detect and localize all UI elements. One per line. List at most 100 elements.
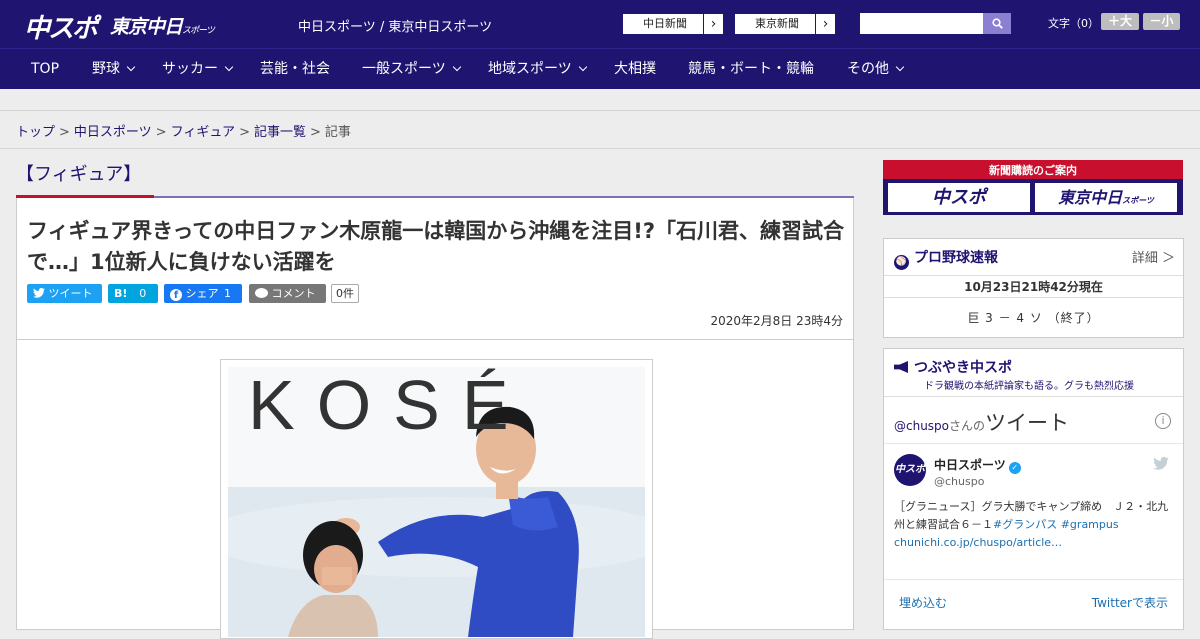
chevron-down-icon	[452, 62, 461, 72]
ad-band	[0, 89, 1200, 111]
megaphone-icon	[894, 361, 908, 373]
twitter-subtitle: ドラ観戦の本紙評論家も語る。グラも熱烈応援	[924, 381, 1134, 392]
chevron-right-icon: ›	[815, 14, 835, 34]
subscribe-box: 新聞購読のご案内 中スポ 東京中日スポーツ	[883, 160, 1183, 215]
site-title: 中日スポーツ / 東京中日スポーツ	[298, 20, 493, 35]
view-on-twitter-link[interactable]: Twitterで表示	[1092, 594, 1168, 611]
font-bigger-button[interactable]: ＋大	[1101, 13, 1139, 30]
tweet-embed: @chuspoさんのツイート i 中スポ 中日スポーツ ✓ @chuspo ［グラ…	[884, 396, 1183, 631]
tweet-header-big: ツイート	[985, 411, 1070, 435]
breadcrumb-chunichi-sports[interactable]: 中日スポーツ	[74, 125, 152, 140]
facebook-icon: f	[170, 289, 182, 301]
twitter-title: つぶやき中スポ	[894, 357, 1012, 377]
nav-local-sports[interactable]: 地域スポーツ	[488, 49, 587, 90]
top-header: 中スポ 東京中日スポーツ 中日スポーツ / 東京中日スポーツ 中日新聞 › 東京…	[0, 0, 1200, 48]
nav-general-sports[interactable]: 一般スポーツ	[362, 49, 461, 90]
search-input[interactable]	[860, 13, 983, 34]
nav-entertainment[interactable]: 芸能・社会	[260, 49, 330, 90]
twitter-panel: つぶやき中スポ ドラ観戦の本紙評論家も語る。グラも熱烈応援 @chuspoさんの…	[883, 348, 1184, 630]
breadcrumb-separator: >	[239, 125, 250, 140]
facebook-share-count: 1	[224, 287, 231, 300]
chunichi-shimbun-link[interactable]: 中日新聞 ›	[622, 13, 724, 35]
chevron-down-icon	[578, 62, 587, 72]
avatar[interactable]: 中スポ	[894, 454, 926, 486]
comment-button[interactable]: コメント	[249, 284, 326, 303]
nav-other[interactable]: その他	[847, 49, 905, 90]
hashtag-link[interactable]: #grampus	[1061, 518, 1119, 531]
facebook-share-button[interactable]: f シェア 1	[164, 284, 242, 303]
speech-bubble-icon	[255, 288, 268, 298]
tokyo-chunichi-logo[interactable]: 東京中日スポーツ	[110, 12, 215, 39]
hashtag-link[interactable]: #グランパス	[993, 518, 1057, 531]
nav-label: 一般スポーツ	[362, 61, 446, 77]
tweet-user-link[interactable]: @chuspo	[894, 419, 949, 433]
baseball-detail-link[interactable]: 詳細 ＞	[1132, 247, 1175, 266]
subscribe-tokyo-chunichi-button[interactable]: 東京中日スポーツ	[1035, 183, 1177, 212]
tokyo-shimbun-link[interactable]: 東京新聞 ›	[734, 13, 836, 35]
chevron-right-icon: ›	[703, 14, 723, 34]
baseball-icon: ⚾	[894, 255, 909, 270]
nav-sumo[interactable]: 大相撲	[614, 49, 656, 90]
paper-link-label: 中日新聞	[643, 17, 687, 30]
breadcrumb-separator: >	[309, 125, 321, 140]
search-button[interactable]	[983, 13, 1011, 34]
breadcrumb-top[interactable]: トップ	[16, 125, 55, 140]
breadcrumb-current: 記事	[324, 125, 351, 140]
baseball-score[interactable]: 巨 3 － 4 ソ （終了）	[884, 309, 1183, 326]
baseball-live-panel: ⚾ プロ野球速報 詳細 ＞ 10月23日21時42分現在 巨 3 － 4 ソ （終…	[883, 238, 1184, 338]
chuspo-logo[interactable]: 中スポ	[24, 8, 98, 45]
tweet-user-suffix: さんの	[949, 419, 986, 433]
subscribe-title: 新聞購読のご案内	[989, 164, 1077, 177]
tweet-button[interactable]: ツイート	[27, 284, 102, 303]
hatena-icon: B!	[114, 287, 128, 300]
twitter-bird-icon	[33, 287, 45, 298]
tweet-url-link[interactable]: chunichi.co.jp/chuspo/article…	[894, 536, 1062, 549]
breadcrumb-figure[interactable]: フィギュア	[171, 125, 235, 140]
nav-soccer[interactable]: サッカー	[162, 49, 234, 90]
article-photo[interactable]: KOSÉ	[228, 367, 645, 637]
chevron-down-icon	[224, 62, 234, 72]
photo-frame: KOSÉ	[220, 359, 653, 639]
tweet-author-name[interactable]: 中日スポーツ ✓	[934, 456, 1021, 474]
main-nav: TOP 野球 サッカー 芸能・社会 一般スポーツ 地域スポーツ 大相撲 競馬・ボ…	[0, 48, 1200, 89]
twitter-bird-icon[interactable]	[1153, 457, 1169, 470]
info-icon[interactable]: i	[1155, 413, 1171, 429]
breadcrumb-separator: >	[59, 125, 70, 140]
divider	[884, 579, 1183, 580]
divider	[884, 443, 1183, 444]
category-title: 【フィギュア】	[16, 164, 142, 185]
breadcrumb: トップ > 中日スポーツ > フィギュア > 記事一覧 > 記事	[16, 121, 351, 140]
nav-label: サッカー	[162, 61, 218, 77]
embed-link[interactable]: 埋め込む	[899, 594, 947, 611]
subscribe-tokyo-small: スポーツ	[1122, 196, 1154, 205]
tweet-embed-header: @chuspoさんのツイート	[894, 407, 1069, 437]
nav-top[interactable]: TOP	[31, 49, 59, 90]
hatena-count: 0	[139, 287, 147, 300]
nav-label: 芸能・社会	[260, 61, 330, 77]
article-header: フィギュア界きっての中日ファン木原龍一は韓国から沖縄を注目!?「石川君、練習試合…	[16, 198, 854, 340]
nav-label: 地域スポーツ	[488, 61, 572, 77]
font-smaller-button[interactable]: －小	[1143, 13, 1180, 30]
nav-label: 競馬・ボート・競輪	[688, 61, 814, 77]
tweet-label: ツイート	[48, 287, 93, 300]
nav-label: 大相撲	[614, 61, 656, 77]
nav-racing[interactable]: 競馬・ボート・競輪	[688, 49, 814, 90]
breadcrumb-article-list[interactable]: 記事一覧	[254, 125, 306, 140]
twitter-title-text: つぶやき中スポ	[914, 360, 1012, 376]
comment-label: コメント	[271, 287, 316, 300]
baseball-title-text: プロ野球速報	[914, 250, 998, 266]
chevron-down-icon	[126, 62, 136, 72]
article-headline: フィギュア界きっての中日ファン木原龍一は韓国から沖縄を注目!?「石川君、練習試合…	[27, 219, 845, 274]
nav-label: その他	[847, 61, 889, 77]
facebook-share-label: シェア	[185, 287, 219, 300]
subscribe-tokyo-label: 東京中日	[1058, 188, 1123, 207]
tweet-author-text: 中日スポーツ	[934, 458, 1006, 472]
tweet-author-handle[interactable]: @chuspo	[934, 475, 984, 488]
main-column: 【フィギュア】 フィギュア界きっての中日ファン木原龍一は韓国から沖縄を注目!?「…	[16, 150, 854, 639]
nav-label: TOP	[31, 61, 60, 77]
hatena-bookmark-button[interactable]: B! 0	[108, 284, 158, 303]
tokyo-logo-small: スポーツ	[182, 26, 215, 36]
nav-baseball[interactable]: 野球	[92, 49, 136, 90]
nav-label: 野球	[92, 61, 120, 77]
subscribe-chuspo-button[interactable]: 中スポ	[888, 183, 1030, 212]
